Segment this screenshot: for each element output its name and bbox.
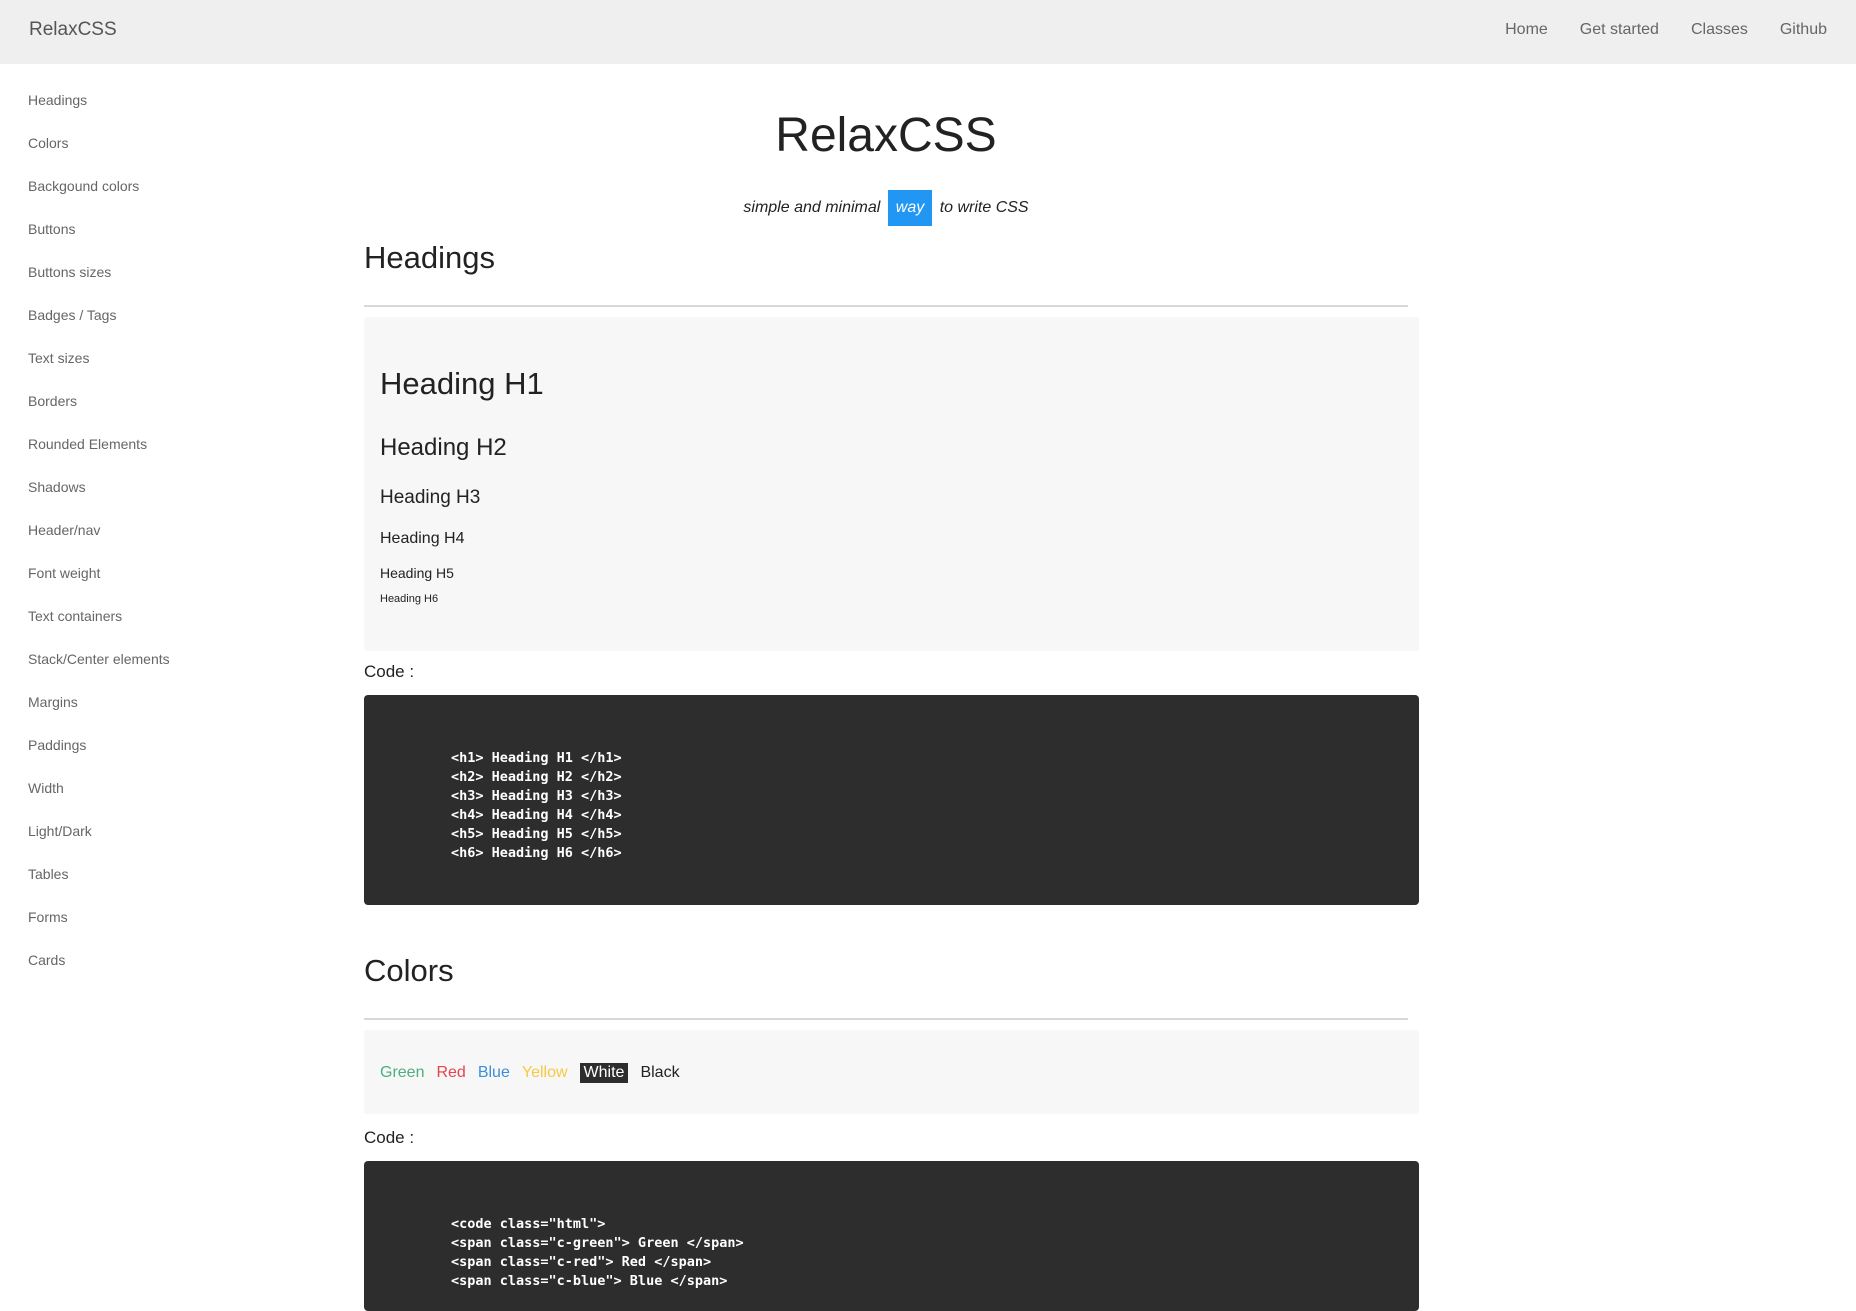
- demo-heading-h4: Heading H4: [380, 530, 465, 547]
- sidebar-item-rounded-elements[interactable]: Rounded Elements: [28, 436, 147, 452]
- sidebar-item-badges-tags[interactable]: Badges / Tags: [28, 307, 116, 323]
- sidebar-item-stack-center[interactable]: Stack/Center elements: [28, 651, 170, 667]
- nav-classes-link[interactable]: Classes: [1691, 21, 1748, 39]
- section-divider: [364, 305, 1408, 307]
- swatch-yellow: Yellow: [521, 1064, 568, 1081]
- sidebar-item-colors[interactable]: Colors: [28, 135, 68, 151]
- sidebar-item-text-containers[interactable]: Text containers: [28, 608, 122, 624]
- brand-link[interactable]: RelaxCSS: [29, 19, 117, 41]
- section-title-colors: Colors: [364, 953, 454, 988]
- top-navbar: RelaxCSS Home Get started Classes Github: [0, 0, 1856, 64]
- code-label: Code :: [364, 1128, 415, 1147]
- swatch-red: Red: [436, 1064, 466, 1081]
- tagline-before: simple and minimal: [743, 199, 881, 216]
- swatch-green: Green: [380, 1064, 425, 1081]
- sidebar-item-buttons[interactable]: Buttons: [28, 221, 75, 237]
- demo-heading-h2: Heading H2: [380, 434, 507, 461]
- demo-heading-h5: Heading H5: [380, 565, 454, 581]
- sidebar-item-cards[interactable]: Cards: [28, 952, 65, 968]
- code-text: <h1> Heading H1 </h1> <h2> Heading H2 </…: [451, 750, 622, 861]
- tagline-after: to write CSS: [939, 199, 1029, 216]
- sidebar-item-light-dark[interactable]: Light/Dark: [28, 823, 92, 839]
- tagline: simple and minimal way to write CSS: [364, 190, 1408, 226]
- demo-heading-h6: Heading H6: [380, 593, 439, 605]
- swatch-blue: Blue: [477, 1064, 510, 1081]
- sidebar-item-text-sizes[interactable]: Text sizes: [28, 350, 89, 366]
- sidebar-item-tables[interactable]: Tables: [28, 866, 68, 882]
- sidebar-item-header-nav[interactable]: Header/nav: [28, 522, 100, 538]
- demo-heading-h3: Heading H3: [380, 487, 481, 508]
- top-nav: Home Get started Classes Github: [1505, 21, 1827, 39]
- tagline-highlight: way: [887, 190, 933, 226]
- sidebar-item-headings[interactable]: Headings: [28, 92, 87, 108]
- nav-home-link[interactable]: Home: [1505, 21, 1548, 39]
- sidebar-item-width[interactable]: Width: [28, 780, 64, 796]
- sidebar-item-forms[interactable]: Forms: [28, 909, 68, 925]
- sidebar-item-buttons-sizes[interactable]: Buttons sizes: [28, 264, 111, 280]
- sidebar-item-font-weight[interactable]: Font weight: [28, 565, 100, 581]
- colors-demo-box: Green Red Blue Yellow White Black: [364, 1030, 1419, 1114]
- page-title: RelaxCSS: [775, 109, 997, 162]
- section-title-headings: Headings: [364, 240, 495, 275]
- demo-heading-h1: Heading H1: [380, 366, 544, 401]
- sidebar-item-borders[interactable]: Borders: [28, 393, 77, 409]
- headings-demo-box: Heading H1 Heading H2 Heading H3 Heading…: [364, 317, 1419, 651]
- nav-github-link[interactable]: Github: [1780, 21, 1827, 39]
- nav-get-started-link[interactable]: Get started: [1580, 21, 1659, 39]
- section-divider: [364, 1018, 1408, 1020]
- sidebar-item-paddings[interactable]: Paddings: [28, 737, 86, 753]
- sidebar-item-background-colors[interactable]: Backgound colors: [28, 178, 139, 194]
- swatch-white: White: [579, 1063, 629, 1083]
- code-block-headings: <h1> Heading H1 </h1> <h2> Heading H2 </…: [364, 695, 1419, 905]
- code-label: Code :: [364, 662, 415, 681]
- code-block-colors: <code class="html"> <span class="c-green…: [364, 1161, 1419, 1311]
- swatch-black: Black: [640, 1064, 680, 1081]
- sidebar-item-shadows[interactable]: Shadows: [28, 479, 86, 495]
- color-swatches: Green Red Blue Yellow White Black: [380, 1063, 680, 1083]
- sidebar-item-margins[interactable]: Margins: [28, 694, 78, 710]
